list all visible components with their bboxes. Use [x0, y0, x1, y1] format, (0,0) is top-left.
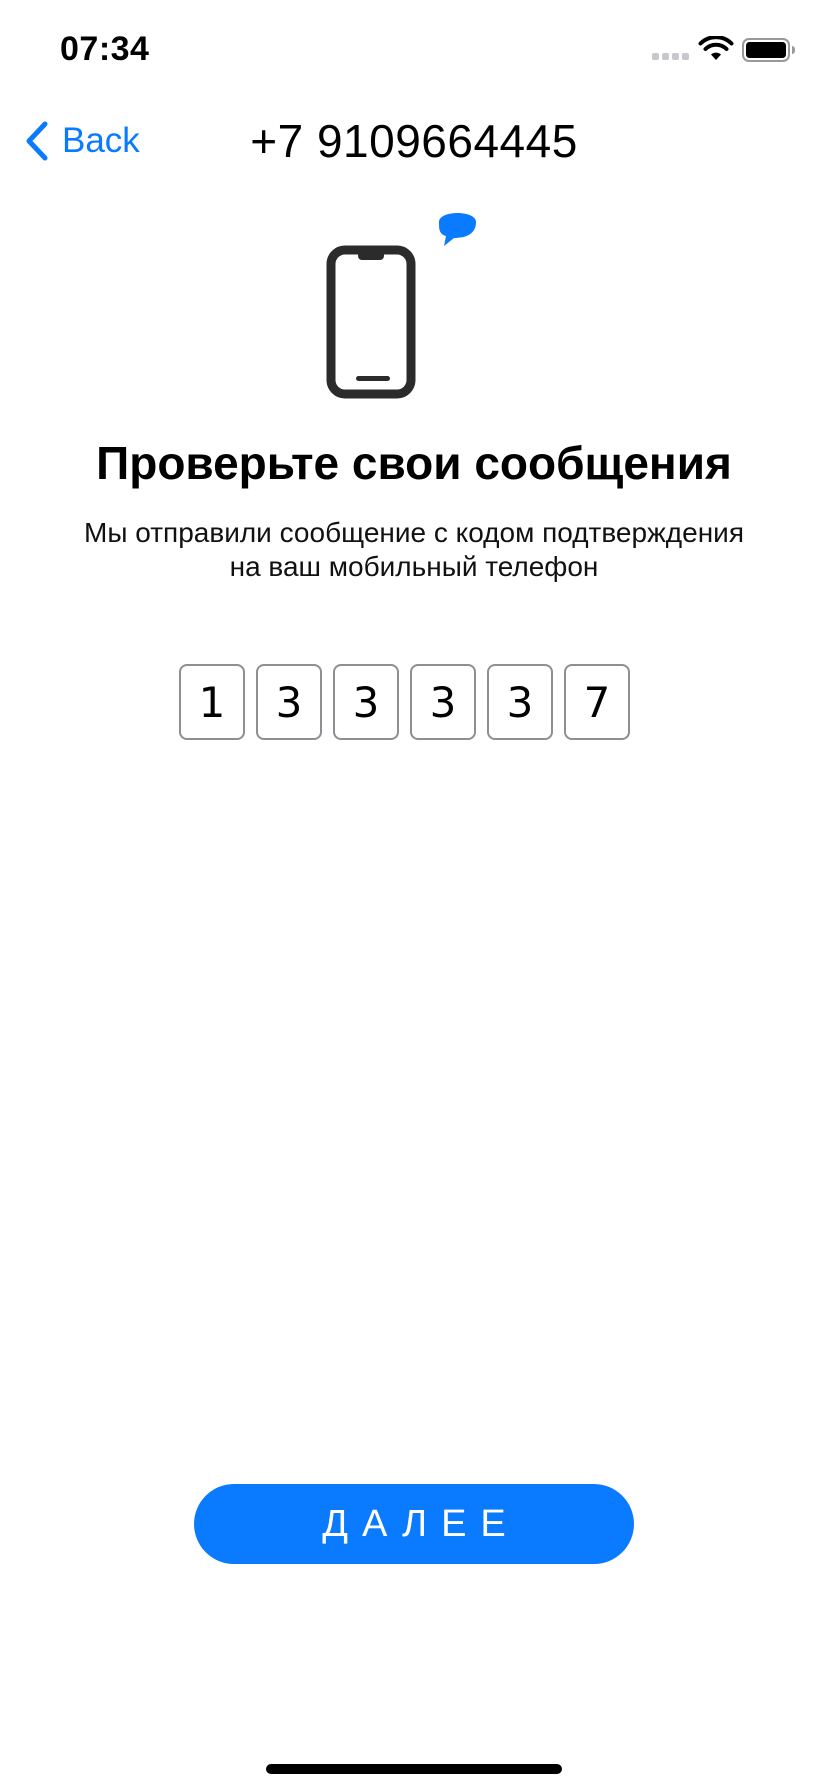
- verification-code-input[interactable]: 1 3 3 3 3 7: [179, 664, 630, 740]
- signal-icon: [652, 53, 689, 60]
- battery-icon: [742, 38, 795, 62]
- subtitle-line-2: на ваш мобильный телефон: [229, 551, 599, 582]
- next-button[interactable]: ДАЛЕЕ: [194, 1484, 634, 1564]
- status-time: 07:34: [60, 30, 150, 68]
- phone-number-title: +7 9109664445: [250, 115, 578, 167]
- code-digit-box-2[interactable]: 3: [256, 664, 322, 740]
- wifi-icon: [698, 36, 734, 60]
- code-digit-box-4[interactable]: 3: [410, 664, 476, 740]
- code-digit-box-6[interactable]: 7: [564, 664, 630, 740]
- subtitle: Мы отправили сообщение с кодом подтвержд…: [40, 516, 788, 584]
- page-heading: Проверьте свои сообщения: [96, 437, 732, 489]
- navigation-bar: Back +7 9109664445: [0, 100, 828, 182]
- home-indicator[interactable]: [266, 1764, 562, 1774]
- phone-message-icon: [326, 213, 476, 399]
- code-digit-box-3[interactable]: 3: [333, 664, 399, 740]
- code-digit-box-5[interactable]: 3: [487, 664, 553, 740]
- code-digit-box-1[interactable]: 1: [179, 664, 245, 740]
- status-bar: 07:34: [0, 0, 828, 100]
- subtitle-line-1: Мы отправили сообщение с кодом подтвержд…: [84, 517, 744, 548]
